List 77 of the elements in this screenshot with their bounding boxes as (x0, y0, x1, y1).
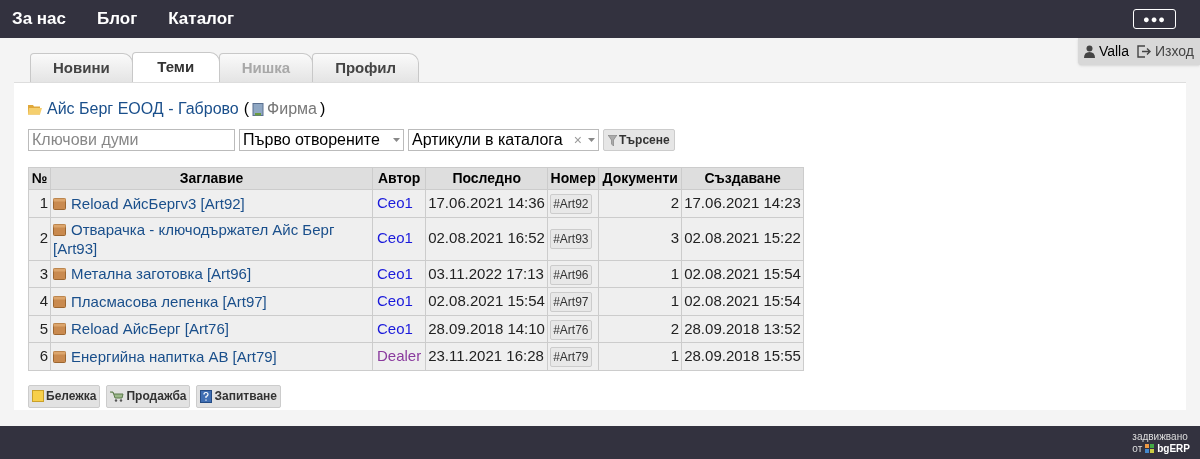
table-cell: 1 (598, 260, 682, 288)
table-cell: 1 (28, 189, 51, 217)
table-cell: 17.06.2021 14:36 (425, 189, 548, 217)
table-cell: 28.09.2018 14:10 (425, 315, 548, 343)
tab[interactable]: Новини (30, 53, 133, 82)
user-link[interactable]: Valla (1083, 41, 1129, 62)
column-header: Заглавие (50, 167, 373, 190)
table-cell: 23.11.2021 16:28 (425, 342, 548, 370)
filter-icon (608, 134, 617, 146)
action-button[interactable]: Продажба (106, 384, 191, 408)
table-cell: 3 (598, 217, 682, 260)
tab[interactable]: Профил (312, 53, 420, 82)
from-text: от (1132, 442, 1143, 455)
column-header: Номер (547, 167, 599, 190)
table-cell: 17.06.2021 14:23 (681, 189, 804, 217)
table-cell: 28.09.2018 13:52 (681, 315, 804, 343)
number-tag[interactable]: #Art96 (550, 264, 592, 285)
table-cell: 02.08.2021 16:52 (425, 217, 548, 260)
table-cell: 2 (28, 217, 51, 260)
table-cell: 02.08.2021 15:22 (681, 217, 804, 260)
table-cell: 28.09.2018 15:55 (681, 342, 804, 370)
building-icon (252, 102, 265, 116)
dropdown-arrow-icon (588, 138, 595, 142)
table-cell: 2 (598, 189, 682, 217)
number-tag[interactable]: #Art97 (550, 292, 592, 312)
box-icon (53, 223, 66, 236)
menu-button[interactable]: ●●● (1133, 9, 1176, 29)
powered-text: задвижвано (1132, 430, 1189, 443)
column-header: Последно (425, 167, 548, 190)
number-tag[interactable]: #Art93 (550, 229, 592, 250)
table-cell: 1 (598, 342, 682, 370)
table-cell: 02.08.2021 15:54 (425, 287, 548, 315)
column-header: Създаване (681, 167, 804, 190)
logo-icon (1145, 444, 1155, 453)
table-cell: 02.08.2021 15:54 (681, 287, 804, 315)
category-select[interactable]: Артикули в каталога × (408, 129, 599, 151)
action-button[interactable]: Бележка (28, 384, 101, 408)
logout-icon (1137, 45, 1151, 58)
table-cell: 2 (598, 315, 682, 343)
nav-link[interactable]: Каталог (168, 6, 235, 32)
company-link[interactable]: Айс Берг ЕООД - Габрово (47, 97, 239, 121)
cart-icon (110, 390, 125, 402)
note-icon (32, 390, 44, 402)
help-icon (200, 389, 213, 403)
column-header: № (28, 167, 51, 190)
box-icon (53, 323, 66, 336)
column-header: Автор (372, 167, 426, 190)
column-header: Документи (598, 167, 682, 190)
table-cell: 03.11.2022 17:13 (425, 260, 548, 288)
folder-icon (28, 103, 42, 115)
number-tag[interactable]: #Art92 (550, 194, 592, 214)
tab[interactable]: Теми (131, 52, 220, 82)
box-icon (53, 268, 66, 281)
number-tag[interactable]: #Art76 (550, 319, 592, 340)
table-cell: 3 (28, 260, 51, 288)
paren-text: ) (320, 99, 326, 119)
user-icon (1083, 45, 1095, 58)
table-cell: 5 (28, 315, 51, 343)
table-cell: 1 (598, 287, 682, 315)
type-link[interactable]: Фирма (252, 97, 317, 121)
paren-text: ( (243, 99, 250, 119)
table-cell: 4 (28, 287, 51, 315)
action-button[interactable]: Запитване (196, 384, 281, 408)
number-tag[interactable]: #Art79 (550, 347, 592, 367)
nav-link[interactable]: За нас (12, 6, 66, 32)
box-icon (53, 197, 66, 210)
table-cell: 6 (28, 342, 51, 370)
logout-link[interactable]: Изход (1137, 41, 1194, 62)
order-select[interactable]: Първо отворените (239, 129, 404, 151)
keywords-field[interactable]: Ключови думи (28, 129, 235, 151)
search-button[interactable]: Търсене (603, 129, 675, 151)
brand-link[interactable]: bgERP (1157, 442, 1190, 455)
table-cell: 02.08.2021 15:54 (681, 260, 804, 288)
box-icon (53, 295, 66, 308)
nav-link[interactable]: Блог (97, 6, 138, 32)
box-icon (53, 350, 66, 363)
dropdown-arrow-icon (393, 138, 400, 142)
